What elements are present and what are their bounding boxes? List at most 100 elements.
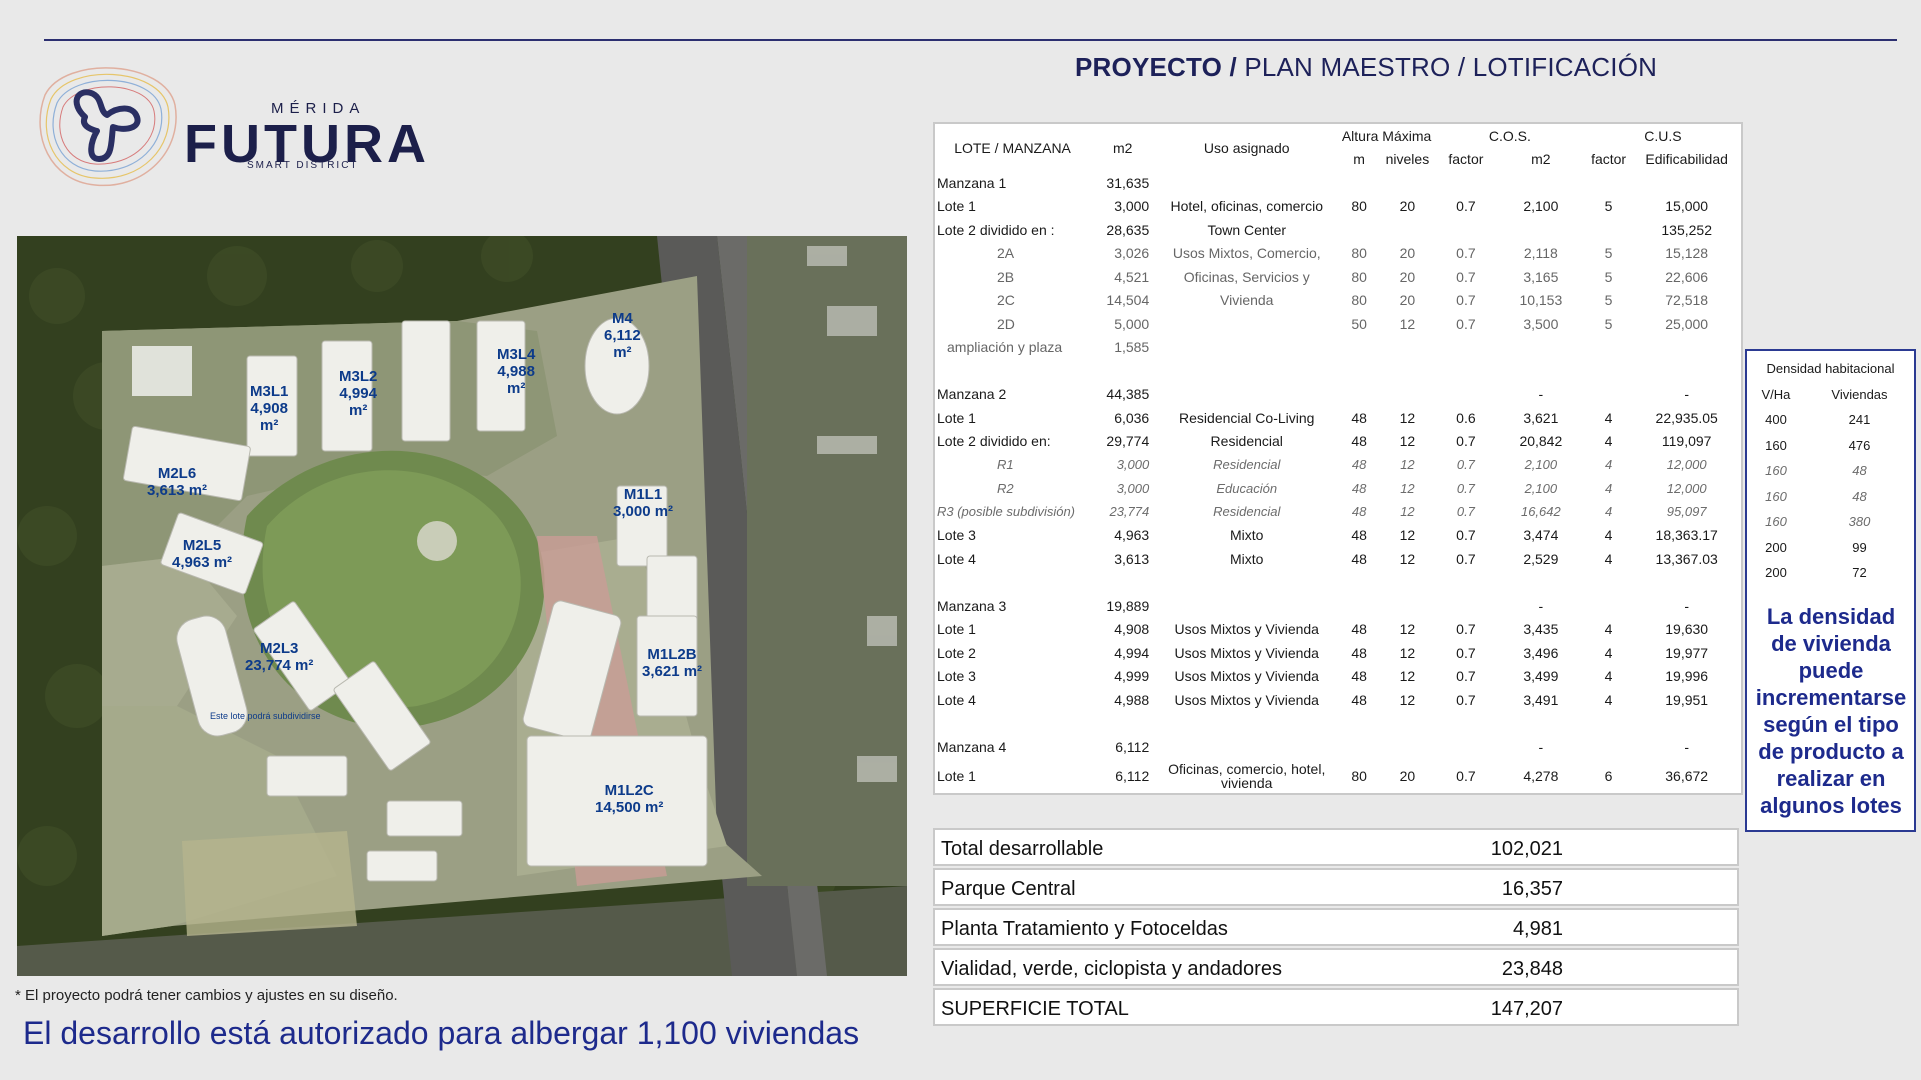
table-cell	[1632, 712, 1741, 736]
density-row: 200 72	[1747, 560, 1914, 586]
table-cell	[1585, 359, 1633, 383]
table-cell: ampliación y plaza	[947, 339, 1063, 356]
density-title-row: Densidad habitacional	[1747, 351, 1914, 382]
table-cell: -	[1684, 597, 1690, 614]
table-cell: Lote 1	[937, 409, 976, 426]
table-cell	[1585, 336, 1633, 360]
table-cell: 0.7	[1456, 691, 1476, 708]
headline: El desarrollo está autorizado para alber…	[23, 1015, 860, 1051]
table-cell: 20	[1399, 767, 1416, 784]
table-cell: 20	[1399, 198, 1416, 215]
table-cell	[1435, 594, 1497, 618]
table-cell: 12	[1400, 457, 1415, 473]
summary-label: Total desarrollable	[941, 838, 1104, 860]
table-cell	[1155, 594, 1338, 618]
table-cell: Usos Mixtos y Vivienda	[1174, 691, 1319, 708]
summary-value: 102,021	[1490, 838, 1563, 860]
table-cell: 0.7	[1456, 198, 1476, 215]
table-cell	[1632, 336, 1741, 360]
density-note: La densidad de vivienda puede incrementa…	[1755, 604, 1907, 818]
table-row: Manzana 2 44,385 - -	[935, 383, 1741, 407]
table-cell: 48	[1351, 480, 1367, 496]
table-cell	[1435, 735, 1497, 759]
density-cell: 476	[1848, 437, 1871, 453]
density-cell: 200	[1765, 565, 1787, 581]
summary-row: Parque Central 16,357	[933, 868, 1739, 906]
density-cell: 72	[1852, 565, 1867, 581]
table-cell: 4,994	[1114, 644, 1150, 661]
table-cell: Lote 4	[937, 550, 976, 567]
density-cell: 48	[1852, 463, 1867, 479]
table-row: Manzana 1 31,635	[935, 171, 1741, 195]
table-cell: 0.7	[1456, 457, 1475, 473]
density-cell: 160	[1765, 463, 1787, 479]
header-lote: LOTE / MANZANA	[954, 139, 1071, 156]
table-cell: Residencial Co-Living	[1179, 409, 1315, 426]
table-cell: 6,112	[1115, 767, 1150, 784]
table-row: 2D 5,000 50 12 0.7 3,500 5 25,000	[935, 312, 1741, 336]
table-cell: 4	[1604, 550, 1613, 567]
table-cell: 2,100	[1524, 457, 1558, 473]
table-cell: 0.7	[1456, 621, 1476, 638]
table-cell: Lote 2 dividido en :	[937, 221, 1055, 238]
table-cell: 48	[1351, 668, 1367, 685]
table-cell: 80	[1351, 767, 1367, 784]
table-cell: 12	[1399, 668, 1416, 685]
table-cell: 6,112	[1115, 738, 1150, 755]
table-cell: 72,518	[1665, 292, 1709, 309]
table-cell	[935, 359, 1090, 383]
table-cell: 19,996	[1665, 668, 1709, 685]
table-row: R3 (posible subdivisión) 23,774 Residencia…	[935, 500, 1741, 524]
density-cell: 380	[1848, 514, 1871, 530]
table-cell	[1435, 359, 1497, 383]
table-cell: 12,000	[1666, 457, 1707, 473]
table-cell	[1497, 171, 1585, 195]
table-cell: 12	[1399, 527, 1416, 544]
table-cell	[1338, 571, 1380, 595]
table-cell: Residencial	[1213, 457, 1281, 473]
table-cell: 15,000	[1665, 198, 1709, 215]
table-cell: 0.7	[1456, 644, 1476, 661]
table-cell: 80	[1351, 245, 1367, 262]
table-cell: 4,963	[1114, 527, 1150, 544]
map-label-m2l3-note: Este lote podrá subdividirse	[210, 711, 321, 721]
table-cell	[1497, 218, 1585, 242]
table-cell: 95,097	[1666, 504, 1707, 520]
table-row: Lote 3 4,963 Mixto 48 12 0.7 3,474 4 18,363.17	[935, 524, 1741, 548]
table-row: Lote 2 4,994 Usos Mixtos y Vivienda 48 12 0.7…	[935, 641, 1741, 665]
table-cell: Usos Mixtos y Vivienda	[1174, 668, 1319, 685]
table-cell: Manzana 2	[937, 386, 1007, 403]
top-divider	[44, 39, 1897, 41]
table-cell	[1435, 218, 1497, 242]
table-cell	[935, 712, 1090, 736]
table-cell	[1155, 359, 1338, 383]
table-cell: 4,999	[1114, 668, 1150, 685]
table-cell: 4,278	[1523, 767, 1559, 784]
table-cell: Lote 2	[937, 644, 976, 661]
table-cell	[1497, 571, 1585, 595]
summary-value: 16,357	[1501, 878, 1563, 900]
table-row: Lote 1 4,908 Usos Mixtos y Vivienda 48 12 0.7…	[935, 618, 1741, 642]
table-cell: Mixto	[1230, 550, 1264, 567]
table-cell: 28,635	[1106, 221, 1150, 238]
table-row: Manzana 4 6,112 - -	[935, 735, 1741, 759]
table-cell	[1090, 712, 1155, 736]
table-cell: -	[1538, 386, 1544, 403]
table-cell: 4,988	[1114, 691, 1150, 708]
table-cell: Vivienda	[1220, 292, 1274, 309]
table-cell: 2,529	[1523, 550, 1559, 567]
table-cell: 3,000	[1116, 457, 1150, 473]
table-cell: Lote 3	[937, 668, 976, 685]
table-cell: 3,496	[1523, 644, 1559, 661]
table-body: Manzana 1 31,635 Lote 1 3,000 Hotel, oficina…	[935, 171, 1741, 793]
table-cell: 3,491	[1523, 691, 1559, 708]
table-cell	[1338, 359, 1380, 383]
summary-label: Planta Tratamiento y Fotoceldas	[941, 918, 1228, 940]
table-row: Lote 1 6,112 Oficinas, comercio, hotel, vi…	[935, 759, 1741, 793]
table-cell: 5	[1604, 198, 1613, 215]
density-row: 160 48	[1747, 484, 1914, 510]
table-cell	[1338, 218, 1380, 242]
table-row	[935, 359, 1741, 383]
table-cell	[1632, 359, 1741, 383]
table-cell: 29,774	[1106, 433, 1150, 450]
